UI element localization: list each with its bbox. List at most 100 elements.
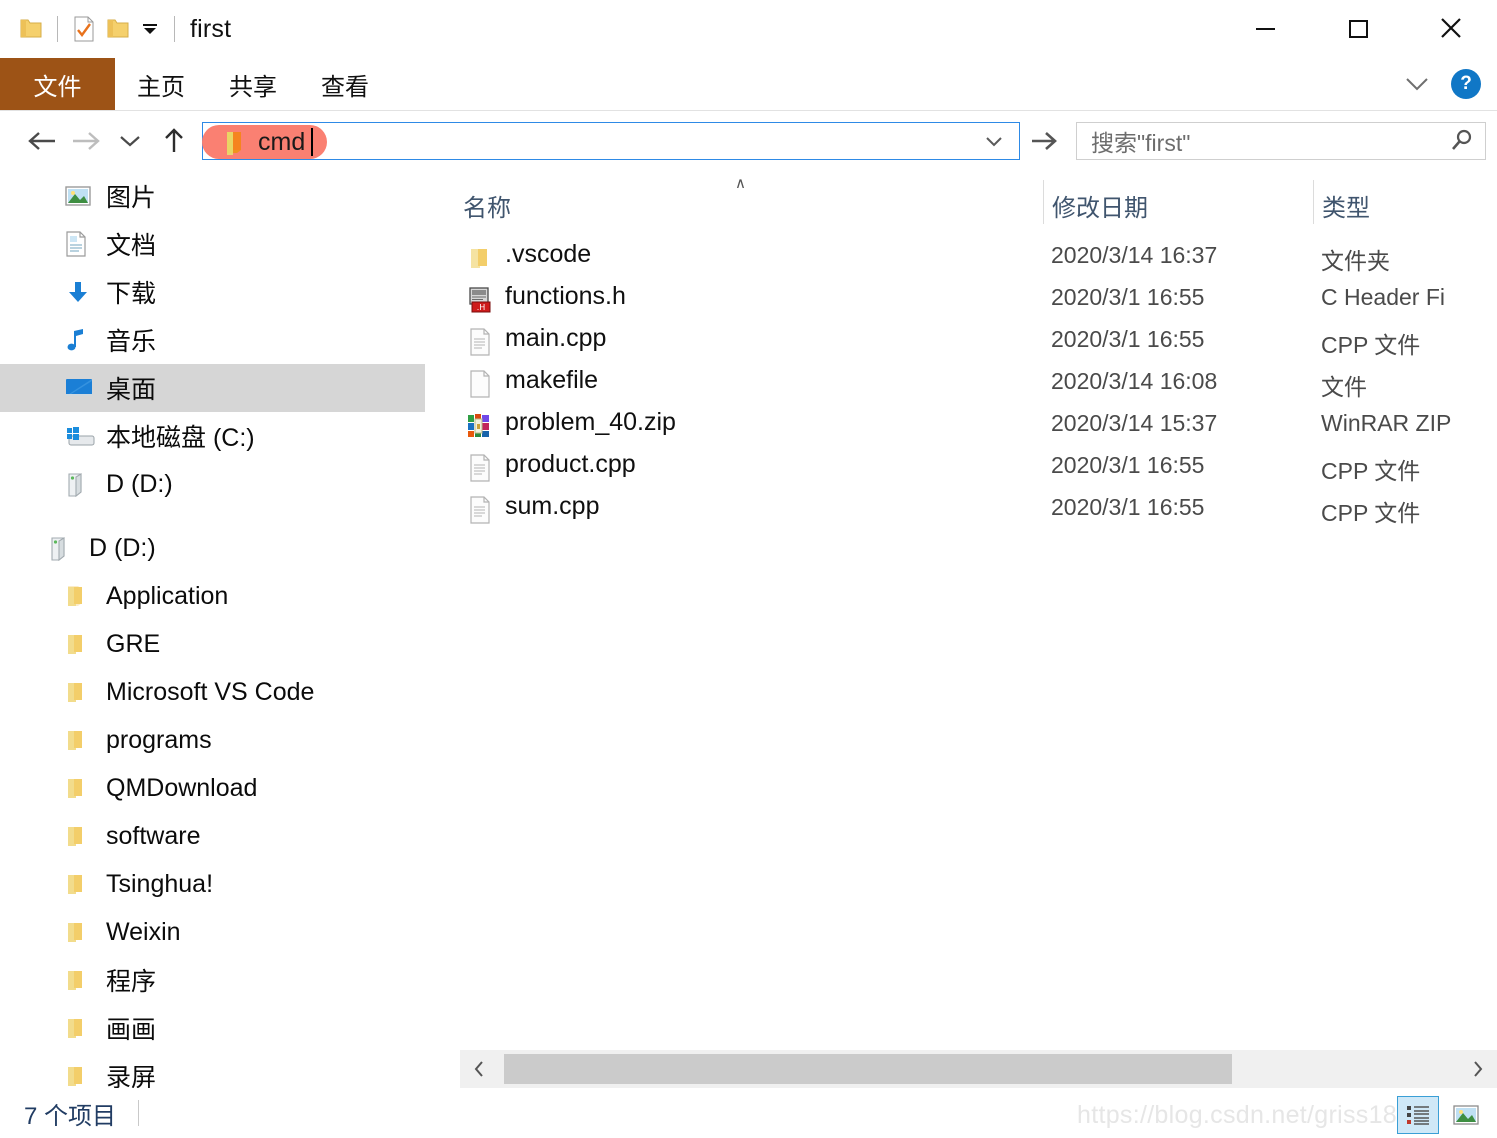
large-icons-view-button[interactable] — [1445, 1096, 1487, 1134]
file-date: 2020/3/14 16:37 — [1051, 242, 1218, 268]
tab-share[interactable]: 共享 — [207, 58, 299, 110]
documents-icon — [65, 231, 95, 257]
tab-file[interactable]: 文件 — [0, 58, 115, 110]
file-type: WinRAR ZIP — [1321, 410, 1452, 436]
sidebar-item-downloads[interactable]: 下载 — [0, 268, 425, 316]
sidebar-item-gre[interactable]: GRE — [0, 620, 425, 668]
sidebar-item-label: programs — [106, 725, 212, 754]
sidebar-item-music[interactable]: 音乐 — [0, 316, 425, 364]
sidebar-item-d-drive[interactable]: D (D:) — [0, 460, 425, 508]
sidebar-item-documents[interactable]: 文档 — [0, 220, 425, 268]
sidebar-item-programs[interactable]: programs — [0, 716, 425, 764]
tab-view[interactable]: 查看 — [299, 58, 391, 110]
folder-icon — [224, 129, 246, 155]
sidebar-item-weixin[interactable]: Weixin — [0, 908, 425, 956]
sidebar-item-label: 画画 — [106, 1016, 157, 1044]
file-name: problem_40.zip — [505, 408, 676, 436]
forward-button[interactable] — [64, 119, 108, 163]
item-count-label: 7 个项目 — [24, 1102, 117, 1130]
minimize-button[interactable] — [1218, 0, 1311, 56]
pictures-icon — [65, 185, 95, 207]
sidebar-item-d-drive-root[interactable]: D (D:) — [0, 524, 425, 572]
sidebar-item-label: D (D:) — [89, 533, 156, 562]
table-row[interactable]: sum.cpp 2020/3/1 16:55 CPP 文件 — [425, 490, 1463, 532]
table-row[interactable]: main.cpp 2020/3/1 16:55 CPP 文件 — [425, 322, 1463, 364]
chevron-down-icon[interactable] — [1397, 64, 1437, 104]
details-view-button[interactable] — [1397, 1096, 1439, 1134]
maximize-button[interactable] — [1311, 0, 1404, 56]
folder-icon — [65, 1016, 95, 1040]
file-name: main.cpp — [505, 324, 607, 352]
scroll-left-arrow-icon[interactable] — [460, 1050, 498, 1088]
new-folder-icon[interactable] — [101, 12, 135, 46]
sidebar-item-tsinghua[interactable]: Tsinghua! — [0, 860, 425, 908]
column-header-name[interactable]: 名称 — [463, 188, 511, 223]
sidebar-item-pictures[interactable]: 图片 — [0, 172, 425, 220]
folder-icon — [65, 1064, 95, 1088]
folder-icon — [465, 242, 495, 274]
sidebar-item-application[interactable]: Application — [0, 572, 425, 620]
search-icon[interactable] — [1449, 128, 1475, 154]
customize-quick-access-caret[interactable] — [135, 14, 165, 44]
properties-icon[interactable] — [67, 12, 101, 46]
help-button[interactable]: ? — [1451, 69, 1481, 99]
winrar-zip-icon — [465, 410, 495, 442]
chevron-down-icon[interactable] — [983, 133, 1005, 149]
address-value: cmd — [258, 127, 306, 156]
sidebar-item-luping[interactable]: 录屏 — [0, 1052, 425, 1088]
address-text-selection[interactable]: cmd — [202, 125, 328, 159]
sidebar-item-desktop[interactable]: 桌面 — [0, 364, 425, 412]
sidebar-item-label: Weixin — [106, 917, 181, 946]
explorer-body: 图片 文档 下载 音乐 桌面 本地磁盘 (C:) D (D:) D (D:) A… — [0, 172, 1497, 1088]
folder-icon — [65, 968, 95, 992]
go-button[interactable] — [1024, 122, 1064, 160]
sidebar-item-label: Microsoft VS Code — [106, 677, 315, 706]
scrollbar-thumb[interactable] — [504, 1054, 1232, 1084]
search-input[interactable]: 搜索"first" — [1091, 124, 1449, 158]
sidebar-item-label: 文档 — [106, 232, 157, 260]
table-row[interactable]: .H functions.h 2020/3/1 16:55 C Header F… — [425, 280, 1463, 322]
column-divider[interactable] — [1313, 180, 1314, 224]
column-header-type[interactable]: 类型 — [1322, 188, 1370, 223]
search-box[interactable]: 搜索"first" — [1076, 122, 1486, 160]
address-bar[interactable]: cmd — [202, 122, 1020, 160]
title-divider — [174, 16, 175, 42]
back-button[interactable] — [20, 119, 64, 163]
sidebar-item-local-disk-c[interactable]: 本地磁盘 (C:) — [0, 412, 425, 460]
table-row[interactable]: .vscode 2020/3/14 16:37 文件夹 — [425, 238, 1463, 280]
cpp-file-icon — [465, 452, 495, 484]
file-name: product.cpp — [505, 450, 636, 478]
table-row[interactable]: product.cpp 2020/3/1 16:55 CPP 文件 — [425, 448, 1463, 490]
window-title: first — [190, 14, 232, 43]
sidebar-item-label: GRE — [106, 629, 161, 658]
file-date: 2020/3/14 16:08 — [1051, 368, 1218, 394]
sidebar-item-huahua[interactable]: 画画 — [0, 1004, 425, 1052]
tab-home[interactable]: 主页 — [115, 58, 207, 110]
sidebar-item-chengxu[interactable]: 程序 — [0, 956, 425, 1004]
column-header-date[interactable]: 修改日期 — [1052, 188, 1148, 223]
close-button[interactable] — [1404, 0, 1497, 56]
column-divider[interactable] — [1043, 180, 1044, 224]
column-headers: ∧ 名称 修改日期 类型 — [425, 172, 1497, 232]
view-mode-buttons — [1397, 1096, 1487, 1134]
folder-icon — [65, 776, 95, 800]
sidebar-item-label: 下载 — [106, 280, 157, 308]
file-type: CPP 文件 — [1321, 500, 1421, 526]
table-row[interactable]: makefile 2020/3/14 16:08 文件 — [425, 364, 1463, 406]
file-name: .vscode — [505, 240, 592, 268]
ribbon-right-controls: ? — [1397, 58, 1497, 110]
folder-icon — [65, 632, 95, 656]
folder-icon[interactable] — [14, 12, 48, 46]
sidebar-item-microsoft-vs-code[interactable]: Microsoft VS Code — [0, 668, 425, 716]
sidebar-item-qmdownload[interactable]: QMDownload — [0, 764, 425, 812]
recent-locations-button[interactable] — [108, 119, 152, 163]
sidebar-item-label: D (D:) — [106, 469, 173, 498]
file-list-horizontal-scrollbar[interactable] — [460, 1050, 1497, 1088]
up-button[interactable] — [152, 119, 196, 163]
folder-icon — [65, 824, 95, 848]
table-row[interactable]: problem_40.zip 2020/3/14 15:37 WinRAR ZI… — [425, 406, 1463, 448]
sidebar-item-software[interactable]: software — [0, 812, 425, 860]
scroll-right-arrow-icon[interactable] — [1459, 1050, 1497, 1088]
file-type: C Header Fi — [1321, 284, 1445, 310]
desktop-icon — [65, 377, 95, 399]
